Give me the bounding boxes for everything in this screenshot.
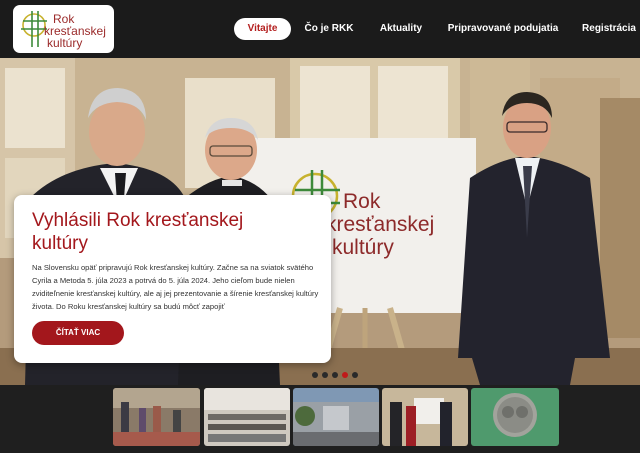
site-header: Rok kresťanskej kultúry Vitajte Čo je RK… xyxy=(0,0,640,58)
thumb-town-street[interactable] xyxy=(293,388,379,446)
nav-item-aktuality[interactable]: Aktuality xyxy=(375,18,427,40)
thumb-image xyxy=(113,388,200,446)
thumb-image xyxy=(471,388,559,446)
thumb-image xyxy=(204,388,290,446)
banner-logo-line2: kresťanskej xyxy=(326,213,434,236)
nav-item-registracia[interactable]: Registrácia xyxy=(579,18,639,40)
page: Rok kresťanskej kultúry Vitajte Čo je RK… xyxy=(0,0,640,453)
thumb-medal[interactable] xyxy=(471,388,559,446)
slider-dot[interactable] xyxy=(312,372,318,378)
banner-logo-line1: Rok xyxy=(343,190,381,213)
hero-slider[interactable]: Rok kresťanskej kultúry Vyhlásili Rok kr… xyxy=(0,58,640,385)
nav-item-pripravovane-podujatia[interactable]: Pripravované podujatia xyxy=(447,18,559,40)
slide-title: Vyhlásili Rok kresťanskej kultúry xyxy=(32,210,244,254)
thumb-exhibition-visitors[interactable] xyxy=(113,388,200,446)
thumb-announcement[interactable] xyxy=(382,388,468,446)
nav-item-co-je-rkk[interactable]: Čo je RKK xyxy=(303,18,355,40)
thumb-image xyxy=(293,388,379,446)
thumb-conference-hall[interactable] xyxy=(204,388,290,446)
slide-card: Vyhlásili Rok kresťanskej kultúry Na Slo… xyxy=(14,195,331,363)
logo-text-line3: kultúry xyxy=(47,36,83,50)
read-more-button[interactable]: ČÍTAŤ VIAC xyxy=(32,321,124,345)
banner-logo-line3: kultúry xyxy=(332,236,394,259)
slider-dot-active[interactable] xyxy=(342,372,348,378)
slider-dot[interactable] xyxy=(322,372,328,378)
thumbnail-strip xyxy=(0,385,640,453)
site-logo[interactable]: Rok kresťanskej kultúry xyxy=(13,5,114,53)
nav-item-vitajte[interactable]: Vitajte xyxy=(234,18,291,40)
slide-text: Na Slovensku opäť pripravujú Rok kresťan… xyxy=(32,263,319,311)
slider-dot[interactable] xyxy=(332,372,338,378)
slider-dot[interactable] xyxy=(352,372,358,378)
thumb-image xyxy=(382,388,468,446)
